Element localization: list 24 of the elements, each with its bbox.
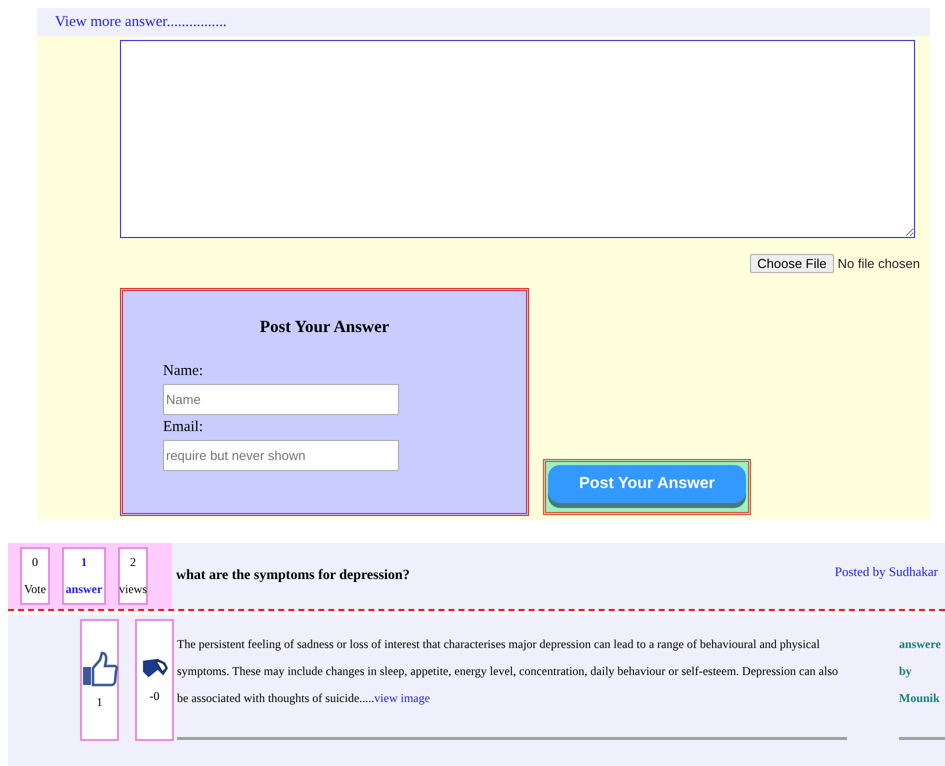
stat-count: 0 bbox=[32, 555, 38, 570]
author-link[interactable]: Posted by Sudhakar bbox=[834, 564, 938, 580]
view-more-link[interactable]: View more answer................ bbox=[55, 14, 227, 30]
field-label: Email: bbox=[163, 419, 204, 436]
file-status: No file chosen bbox=[838, 256, 920, 271]
author-text: Mounik bbox=[899, 690, 941, 707]
choose-file-button[interactable]: Choose File bbox=[750, 254, 834, 273]
stat-label: answer bbox=[66, 582, 102, 597]
stat-label: views bbox=[119, 582, 147, 597]
like-count: 1 bbox=[96, 694, 102, 710]
stat-count: 2 bbox=[130, 555, 136, 570]
input-field[interactable]: Name bbox=[163, 384, 399, 415]
field-label: Name: bbox=[163, 363, 204, 380]
stat-label: Vote bbox=[24, 582, 46, 597]
thumbs-up-icon[interactable] bbox=[82, 650, 118, 686]
author-text: by bbox=[899, 663, 913, 680]
author-text: answere bbox=[899, 636, 942, 653]
input-field[interactable]: require but never shown bbox=[163, 440, 399, 471]
question-title: what are the symptoms for depression? bbox=[176, 568, 410, 584]
form-title: Post Your Answer bbox=[258, 317, 390, 337]
answer-text: The persistent feeling of sadness or loss of interest that characterises major depression can lead to a range of behavioural and physical symptoms. These may include changes in sleep, appetite, energy level, concentration, daily behaviour or self-esteem. Depression can also be associated with thoughts of suicide.....view image bbox=[177, 636, 840, 707]
stat-count: 1 bbox=[81, 555, 87, 570]
view-image-link[interactable]: view image bbox=[374, 691, 430, 705]
dislike-count: -0 bbox=[150, 688, 160, 704]
